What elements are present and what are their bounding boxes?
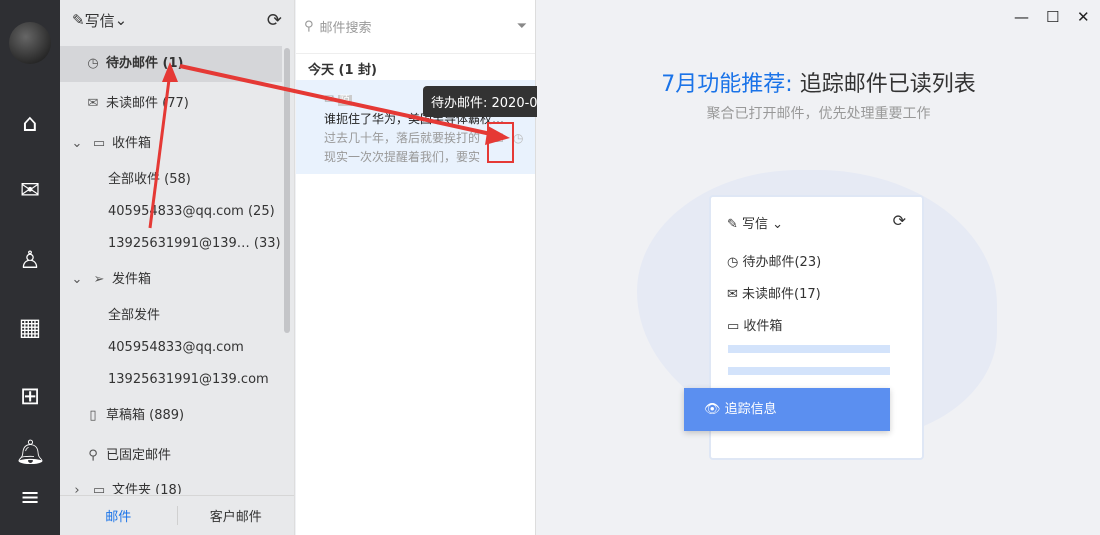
placeholder-bar [728, 345, 890, 353]
card-item: 待办邮件(23) [742, 255, 822, 270]
mail-icon: ✉ [727, 287, 743, 302]
refresh-icon: ⟳ [892, 211, 906, 230]
track-label: 追踪信息 [724, 402, 777, 417]
maximize-button[interactable]: ☐ [1046, 8, 1059, 26]
eye-icon: 👁︎ [704, 402, 725, 417]
minimize-button[interactable]: — [1014, 8, 1029, 26]
compose-icon: ✎ [727, 217, 743, 232]
promo-title: 7月功能推荐: 追踪邮件已读列表 [537, 66, 1100, 98]
placeholder-bar [728, 367, 890, 375]
track-info-item: 👁︎ 追踪信息 [684, 388, 890, 431]
promo-subtitle: 聚合已打开邮件，优先处理重要工作 [706, 106, 931, 122]
clock-icon: ◷ [727, 255, 743, 270]
inbox-icon: ▭ [727, 319, 744, 334]
promo-title-accent: 7月功能推荐: [661, 72, 793, 97]
card-compose: 写信 [742, 217, 769, 232]
card-item: 收件箱 [743, 319, 783, 334]
close-button[interactable]: ✕ [1077, 8, 1090, 26]
promo-title-text: 追踪邮件已读列表 [792, 72, 976, 97]
card-item: 未读邮件(17) [742, 287, 821, 302]
